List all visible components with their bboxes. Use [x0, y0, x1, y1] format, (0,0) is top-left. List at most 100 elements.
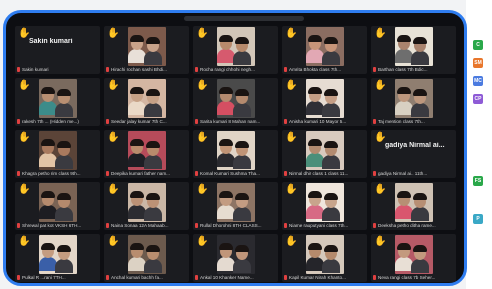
participant-label: Barthan class 7th Bdic...: [373, 67, 455, 73]
participant-video: [128, 79, 166, 118]
participant-video: [306, 235, 344, 274]
participant-tile[interactable]: ✋ Anisha kumari 10 Mayor 5...: [282, 78, 367, 126]
participant-video: [39, 183, 77, 222]
participant-name: Sarita kumari 8 Mahan nam...: [200, 119, 261, 124]
participant-name: Rocha rangi chhohi negh...: [200, 67, 255, 72]
participant-grid: ✋ Sakin kumari Sakin kumari ✋ Hirachi rochan…: [15, 26, 458, 283]
participant-label: Anisha kumari 10 Mayor 5...: [284, 119, 366, 125]
mic-muted-icon: [195, 119, 198, 125]
raised-hand-icon: ✋: [285, 184, 298, 195]
participant-label: gadiya Nirmal ai.. 11th...: [373, 171, 455, 177]
participant-tile[interactable]: ✋ Neva rangi class 7b Seher...: [371, 234, 456, 282]
mic-muted-icon: [106, 119, 109, 125]
participant-tile[interactable]: ✋ Taj mention class 7th...: [371, 78, 456, 126]
mic-muted-icon: [284, 67, 287, 73]
participant-tile[interactable]: ✋ Barthan class 7th Bdic...: [371, 26, 456, 74]
raised-hand-icon: ✋: [18, 236, 31, 247]
participant-video: [217, 235, 255, 274]
mic-muted-icon: [284, 223, 287, 229]
participant-name: gadiya Nirmal ai.. 11th...: [378, 171, 428, 176]
participant-tile[interactable]: ✋ Nirmal dhir class 1 class 11...: [282, 130, 367, 178]
participant-name: rakesh 7th ... (Hidden me...): [22, 119, 79, 124]
participant-tile[interactable]: ✋ Deepika kumari father nam...: [104, 130, 189, 178]
sidebar-app-button[interactable]: FS: [473, 176, 483, 186]
participant-tile[interactable]: ✋ rakesh 7th ... (Hidden me...): [15, 78, 100, 126]
mic-muted-icon: [373, 223, 376, 229]
participant-label: Anchal kumari bachh fa...: [106, 275, 188, 281]
participant-video: [217, 183, 255, 222]
participant-video: [395, 183, 433, 222]
participant-tile[interactable]: ✋ Rullal Dhorohni 8TH CLASS...: [193, 182, 278, 230]
raised-hand-icon: ✋: [107, 184, 120, 195]
mic-muted-icon: [373, 67, 376, 73]
raised-hand-icon: ✋: [285, 28, 298, 39]
mic-muted-icon: [17, 67, 20, 73]
sidebar-app-button[interactable]: CP: [473, 94, 483, 104]
sidebar-app-button[interactable]: P: [473, 214, 483, 224]
participant-video: [128, 27, 166, 66]
participant-tile[interactable]: ✋ Amrita Bhokta class 7th...: [282, 26, 367, 74]
participant-label: Amrita Bhokta class 7th...: [284, 67, 366, 73]
mic-muted-icon: [106, 171, 109, 177]
participant-label: rakesh 7th ... (Hidden me...): [17, 119, 99, 125]
participant-tile[interactable]: ✋ Sakin kumari Sakin kumari: [15, 26, 100, 74]
sidebar-app-button[interactable]: SM: [473, 58, 483, 68]
participant-name: Deepika kumari father nam...: [111, 171, 170, 176]
participant-tile[interactable]: ✋ Sarita kumari 8 Mahan nam...: [193, 78, 278, 126]
mic-muted-icon: [195, 275, 198, 281]
raised-hand-icon: ✋: [374, 236, 387, 247]
participant-video: [306, 183, 344, 222]
participant-name: Deeksha petho ditha rame...: [378, 223, 436, 228]
participant-name: Nirmal dhir class 1 class 11...: [289, 171, 349, 176]
raised-hand-icon: ✋: [285, 132, 298, 143]
sidebar-app-button[interactable]: C: [473, 40, 483, 50]
participant-tile[interactable]: ✋ Pulkal R ...rani 7TH...: [15, 234, 100, 282]
participant-name: Hirachi rochan sashi Bhdi...: [111, 67, 167, 72]
participant-label: Ankal 10 Khanker Name...: [195, 275, 277, 281]
participant-label: Sarita kumari 8 Mahan nam...: [195, 119, 277, 125]
participant-tile[interactable]: ✋ Shrewal pat kot VKSH 6TH...: [15, 182, 100, 230]
participant-tile[interactable]: ✋ Seedar jalay kumar 7th C...: [104, 78, 189, 126]
mic-muted-icon: [106, 67, 109, 73]
raised-hand-icon: ✋: [107, 132, 120, 143]
participant-video: [217, 131, 255, 170]
participant-video: [39, 131, 77, 170]
participant-name: Naina Sonaa 12A Mahaab...: [111, 223, 169, 228]
participant-video: [395, 235, 433, 274]
participant-tile[interactable]: ✋ Hirachi rochan sashi Bhdi...: [104, 26, 189, 74]
participant-label: Sakin kumari: [17, 67, 99, 73]
participant-name: Rullal Dhorohni 8TH CLASS...: [200, 223, 262, 228]
participant-name: Kapil Kumar Nirah Khanto...: [289, 275, 346, 280]
participant-tile[interactable]: ✋ Naina Sonaa 12A Mahaab...: [104, 182, 189, 230]
participant-tile[interactable]: ✋ gadiya Nirmal ai... gadiya Nirmal ai.. 1…: [371, 130, 456, 178]
participant-video: [128, 235, 166, 274]
mic-muted-icon: [373, 275, 376, 281]
raised-hand-icon: ✋: [107, 236, 120, 247]
participant-tile[interactable]: ✋ Khagra petho rim class 9th...: [15, 130, 100, 178]
participant-label: Pulkal R ...rani 7TH...: [17, 275, 99, 281]
raised-hand-icon: ✋: [374, 184, 387, 195]
participant-tile[interactable]: ✋ Kapil Kumar Nirah Khanto...: [282, 234, 367, 282]
participant-label: Nirmal dhir class 1 class 11...: [284, 171, 366, 177]
participant-label: Hirachi rochan sashi Bhdi...: [106, 67, 188, 73]
participant-tile[interactable]: ✋ Niame rauputyani class 7th...: [282, 182, 367, 230]
window-top-bar: [184, 16, 304, 21]
participant-video: [395, 79, 433, 118]
mic-muted-icon: [284, 119, 287, 125]
mic-muted-icon: [195, 171, 198, 177]
participant-tile[interactable]: ✋ Komal Kumari Sushma Tha...: [193, 130, 278, 178]
participant-tile[interactable]: ✋ Ankal 10 Khanker Name...: [193, 234, 278, 282]
participant-tile[interactable]: ✋ Rocha rangi chhohi negh...: [193, 26, 278, 74]
participant-tile[interactable]: ✋ Deeksha petho ditha rame...: [371, 182, 456, 230]
mic-muted-icon: [17, 171, 20, 177]
sidebar-app-button[interactable]: MC: [473, 76, 483, 86]
participant-video: [306, 27, 344, 66]
participant-tile[interactable]: ✋ Anchal kumari bachh fa...: [104, 234, 189, 282]
participant-video: [128, 131, 166, 170]
participant-video: [306, 79, 344, 118]
mic-muted-icon: [284, 275, 287, 281]
participant-label: Rocha rangi chhohi negh...: [195, 67, 277, 73]
raised-hand-icon: ✋: [107, 80, 120, 91]
participant-name: Anisha kumari 10 Mayor 5...: [289, 119, 347, 124]
participant-label: Seedar jalay kumar 7th C...: [106, 119, 188, 125]
